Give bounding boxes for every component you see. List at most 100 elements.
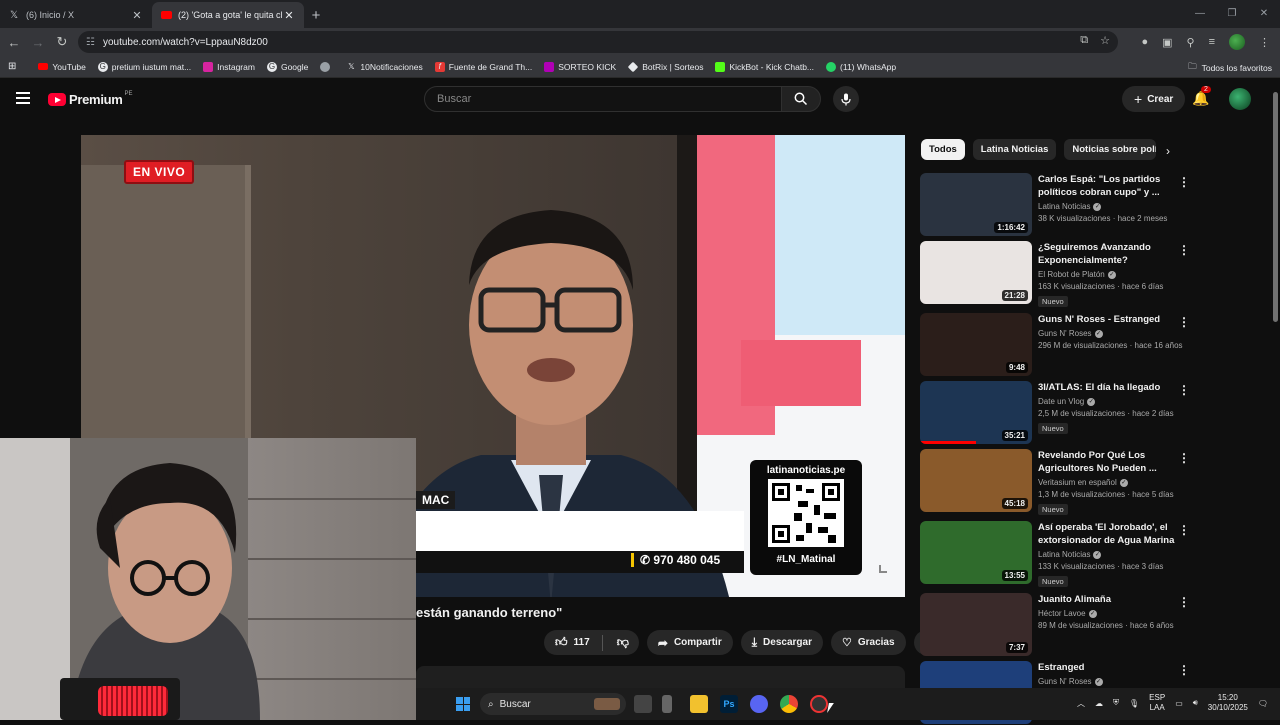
description-box[interactable] (416, 666, 905, 688)
page-scrollbar[interactable] (1270, 80, 1280, 688)
create-button[interactable]: + Crear (1122, 86, 1186, 112)
notifications-button[interactable]: 🔔 2 (1192, 86, 1211, 107)
hamburger-menu-icon[interactable] (16, 92, 30, 107)
phone-link-icon[interactable] (662, 695, 672, 713)
minimize-button[interactable]: — (1184, 0, 1216, 28)
bookmark-pretium[interactable]: Gpretium iustum mat... (92, 61, 197, 72)
recommendation-title[interactable]: Carlos Espá: "Los partidos políticos cob… (1038, 173, 1178, 199)
account-avatar[interactable] (1229, 88, 1251, 110)
reading-list-icon[interactable]: ≡ (1209, 36, 1215, 48)
video-thumbnail[interactable]: 9:48 (920, 313, 1032, 376)
clock[interactable]: 15:20 30/10/2025 (1208, 693, 1248, 713)
apps-grid-icon[interactable]: ⊞ (0, 61, 22, 72)
recommendation-item[interactable]: 45:18 Revelando Por Qué Los Agricultores … (920, 449, 1192, 515)
windows-start-icon[interactable] (456, 697, 470, 711)
site-info-icon[interactable]: ☷ (86, 37, 95, 48)
kebab-menu-icon[interactable]: ⋮ (1178, 315, 1190, 329)
channel-name[interactable]: Guns N' Roses (1038, 677, 1092, 686)
video-thumbnail[interactable]: 13:55 (920, 521, 1032, 584)
search-button[interactable] (781, 86, 821, 112)
recommendation-item[interactable]: 35:21 3I/ATLAS: El día ha llegado Date un … (920, 381, 1192, 445)
like-button[interactable]: 👍︎ 117 (555, 635, 590, 650)
bookmark-whatsapp[interactable]: (11) WhatsApp (820, 61, 902, 72)
mic-tray-icon[interactable]: 🎙︎ (1129, 699, 1139, 708)
search-input[interactable]: Buscar (424, 86, 782, 112)
channel-name[interactable]: Veritasium en español (1038, 478, 1117, 487)
forward-arrow-icon[interactable]: → (26, 35, 50, 50)
photoshop-icon[interactable]: Ps (720, 695, 738, 713)
share-button[interactable]: ➦ Compartir (646, 630, 733, 655)
scrollbar-thumb[interactable] (1273, 92, 1278, 322)
video-thumbnail[interactable]: 1:16:42 (920, 173, 1032, 236)
extension-icon[interactable]: ● (1141, 36, 1148, 48)
file-explorer-icon[interactable] (690, 695, 708, 713)
bookmark-kickbot[interactable]: KickBot - Kick Chatb... (709, 61, 820, 72)
recommendation-item[interactable]: 9:48 Guns N' Roses - Estranged Guns N' Ros… (920, 313, 1192, 377)
channel-name[interactable]: Latina Noticias (1038, 550, 1090, 559)
chevron-right-icon[interactable]: › (1166, 144, 1170, 158)
close-tab-icon[interactable]: ✕ (282, 9, 296, 22)
new-tab-button[interactable]: + (304, 2, 328, 28)
download-button[interactable]: ⤓ Descargar (740, 630, 823, 655)
kebab-menu-icon[interactable]: ⋮ (1178, 175, 1190, 189)
video-thumbnail[interactable]: 7:37 (920, 593, 1032, 656)
recommendation-title[interactable]: Revelando Por Qué Los Agricultores No Pu… (1038, 449, 1178, 475)
channel-name[interactable]: Date un Vlog (1038, 397, 1084, 406)
chip-latina-noticias[interactable]: Latina Noticias (972, 139, 1057, 160)
recommendation-title[interactable]: Juanito Alimaña (1038, 593, 1178, 606)
video-thumbnail[interactable]: 35:21 (920, 381, 1032, 444)
all-favorites-folder[interactable]: 🗀 Todos los favoritos (1188, 61, 1272, 75)
bookmark-youtube[interactable]: YouTube (32, 62, 91, 72)
bookmark-star-icon[interactable]: ☆ (1100, 34, 1110, 47)
language-indicator[interactable]: ESP LAA (1149, 693, 1165, 713)
channel-name[interactable]: El Robot de Platón (1038, 270, 1105, 279)
bookmark-sorteo-kick[interactable]: SORTEO KICK (538, 61, 622, 72)
install-app-icon[interactable]: ⧉ (1080, 34, 1088, 47)
back-arrow-icon[interactable]: ← (2, 35, 26, 50)
close-window-button[interactable]: ✕ (1248, 0, 1280, 28)
obs-icon[interactable] (810, 695, 828, 713)
extension-icon[interactable]: ▣ (1162, 36, 1172, 49)
channel-name[interactable]: Latina Noticias (1038, 202, 1090, 211)
volume-icon[interactable]: 🔊︎ (1193, 698, 1198, 708)
bookmark-globe[interactable] (314, 61, 340, 72)
task-view-icon[interactable] (634, 695, 652, 713)
bookmark-fuente-gta[interactable]: f Fuente de Grand Th... (429, 61, 538, 72)
chip-politics-news[interactable]: Noticias sobre política (1064, 139, 1157, 160)
onedrive-icon[interactable]: ☁ (1095, 699, 1103, 708)
profile-avatar[interactable] (1229, 34, 1245, 50)
youtube-premium-logo[interactable]: Premium PE (48, 91, 133, 107)
chip-all[interactable]: Todos (921, 139, 965, 160)
kebab-menu-icon[interactable]: ⋮ (1259, 36, 1270, 49)
channel-name[interactable]: Guns N' Roses (1038, 329, 1092, 338)
recommendation-title[interactable]: 3I/ATLAS: El día ha llegado (1038, 381, 1178, 394)
taskbar-search[interactable]: ⌕ Buscar (480, 693, 626, 715)
tab-x-home[interactable]: 𝕏 (6) Inicio / X ✕ (0, 2, 152, 28)
bookmark-instagram[interactable]: Instagram (197, 61, 261, 72)
video-thumbnail[interactable]: 21:28 (920, 241, 1032, 304)
tab-youtube-video[interactable]: (2) 'Gota a gota' le quita cliente ✕ (152, 2, 304, 28)
chevron-up-icon[interactable]: ︿ (1077, 698, 1085, 709)
recommendation-item[interactable]: 21:28 ¿Seguiremos Avanzando Exponencialme… (920, 241, 1192, 307)
network-icon[interactable]: ▭ (1175, 699, 1183, 708)
kebab-menu-icon[interactable]: ⋮ (1178, 383, 1190, 397)
kebab-menu-icon[interactable]: ⋮ (1178, 595, 1190, 609)
close-tab-icon[interactable]: ✕ (130, 9, 144, 22)
kebab-menu-icon[interactable]: ⋮ (1178, 523, 1190, 537)
address-bar[interactable]: ☷ youtube.com/watch?v=LppauN8dz00 (78, 31, 1118, 53)
chrome-icon[interactable] (780, 695, 798, 713)
security-icon[interactable]: ⛨ (1113, 698, 1119, 708)
thanks-button[interactable]: ♡ Gracias (830, 630, 906, 655)
discord-icon[interactable] (750, 695, 768, 713)
kebab-menu-icon[interactable]: ⋮ (1178, 243, 1190, 257)
kebab-menu-icon[interactable]: ⋮ (1178, 663, 1190, 677)
video-thumbnail[interactable]: 45:18 (920, 449, 1032, 512)
bookmark-botrix[interactable]: BotRix | Sorteos (622, 61, 709, 72)
recommendation-item[interactable]: 13:55 Así operaba 'El Jorobado', el extor… (920, 521, 1192, 587)
recommendation-title[interactable]: Así operaba 'El Jorobado', el extorsiona… (1038, 521, 1178, 547)
recommendation-title[interactable]: ¿Seguiremos Avanzando Exponencialmente? (1038, 241, 1178, 267)
puzzle-icon[interactable]: ⚲ (1187, 36, 1195, 49)
recommendation-item[interactable]: 7:37 Juanito Alimaña Héctor Lavoe ✓ 89 M de … (920, 593, 1192, 657)
reload-icon[interactable]: ↻ (50, 34, 74, 50)
voice-search-button[interactable] (833, 86, 859, 112)
